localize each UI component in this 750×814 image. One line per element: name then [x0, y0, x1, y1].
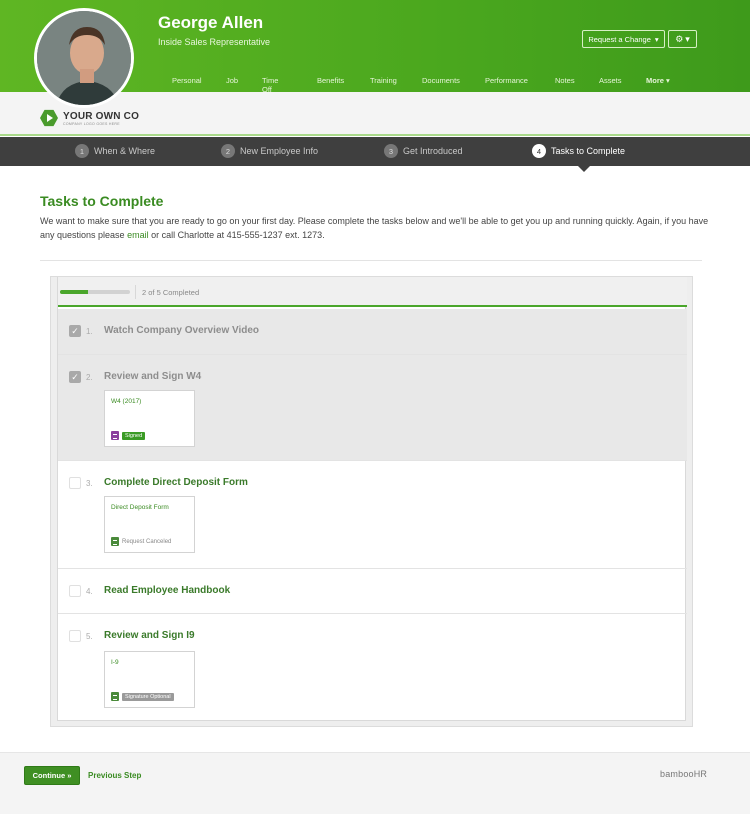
task-number: 1.	[86, 327, 93, 336]
task-checkbox[interactable]	[69, 585, 81, 597]
nav-more[interactable]: More ▾	[646, 76, 670, 85]
nav-documents[interactable]: Documents	[422, 76, 460, 85]
step-number: 4	[532, 144, 546, 158]
task-checkbox[interactable]	[69, 477, 81, 489]
nav-performance[interactable]: Performance	[485, 76, 528, 85]
task-title[interactable]: Complete Direct Deposit Form	[104, 477, 248, 488]
divider	[135, 285, 136, 299]
employee-name: George Allen	[158, 13, 264, 32]
divider	[40, 260, 702, 261]
task-item: ✓ 1. Watch Company Overview Video	[58, 309, 687, 355]
step-number: 1	[75, 144, 89, 158]
nav-job[interactable]: Job	[226, 76, 238, 85]
checkmark-icon: ✓	[71, 371, 79, 382]
tasks-panel: 2 of 5 Completed ✓ 1. Watch Company Over…	[50, 276, 693, 727]
onboarding-steps: 1 When & Where 2 New Employee Info 3 Get…	[0, 137, 750, 166]
step-when-where[interactable]: 1 When & Where	[75, 144, 155, 158]
request-change-label: Request a Change	[588, 34, 651, 44]
active-step-pointer	[578, 166, 590, 172]
page-description: We want to make sure that you are ready …	[40, 214, 710, 242]
avatar	[34, 8, 134, 108]
nav-benefits[interactable]: Benefits	[317, 76, 344, 85]
status-text: Request Canceled	[122, 538, 172, 545]
logo-mark-icon	[40, 109, 58, 127]
task-checkbox[interactable]: ✓	[69, 371, 81, 383]
task-number: 2.	[86, 373, 93, 382]
task-title[interactable]: Read Employee Handbook	[104, 585, 230, 596]
task-title[interactable]: Watch Company Overview Video	[104, 325, 259, 336]
page-title: Tasks to Complete	[40, 193, 164, 209]
step-tasks-to-complete[interactable]: 4 Tasks to Complete	[532, 144, 625, 158]
document-status: Request Canceled	[111, 537, 171, 546]
nav-more-label: More	[646, 76, 664, 85]
nav-assets[interactable]: Assets	[599, 76, 622, 85]
company-tagline: COMPANY LOGO GOES HERE	[63, 121, 120, 126]
task-number: 4.	[86, 587, 93, 596]
task-checkbox[interactable]: ✓	[69, 325, 81, 337]
document-status: Signature Optional	[111, 692, 174, 701]
document-icon	[111, 537, 119, 546]
caret-down-icon: ▾	[685, 33, 690, 44]
nav-training[interactable]: Training	[370, 76, 397, 85]
document-title: Direct Deposit Form	[111, 504, 169, 511]
step-number: 3	[384, 144, 398, 158]
document-icon	[111, 692, 119, 701]
task-checkbox[interactable]	[69, 630, 81, 642]
continue-button[interactable]: Continue »	[24, 766, 80, 785]
document-card[interactable]: I-9 Signature Optional	[104, 651, 195, 708]
step-new-employee-info[interactable]: 2 New Employee Info	[221, 144, 318, 158]
document-title: I-9	[111, 659, 119, 666]
request-change-button[interactable]: Request a Change ▾	[582, 30, 665, 48]
document-card[interactable]: Direct Deposit Form Request Canceled	[104, 496, 195, 553]
bamboohr-logo: bambooHR	[660, 769, 708, 779]
checkmark-icon: ✓	[71, 325, 79, 336]
caret-down-icon: ▾	[666, 76, 670, 85]
task-number: 5.	[86, 632, 93, 641]
task-title[interactable]: Review and Sign I9	[104, 630, 195, 641]
settings-menu-button[interactable]: ⚙ ▾	[668, 30, 697, 48]
document-title: W4 (2017)	[111, 398, 142, 405]
task-item: ✓ 2. Review and Sign W4 W4 (2017) Signed	[58, 355, 687, 461]
step-label: Tasks to Complete	[551, 146, 626, 156]
task-number: 3.	[86, 479, 93, 488]
document-card[interactable]: W4 (2017) Signed	[104, 390, 195, 447]
tasks-list: 2 of 5 Completed ✓ 1. Watch Company Over…	[57, 277, 687, 721]
step-number: 2	[221, 144, 235, 158]
description-contact: or call Charlotte at 415-555-1237 ext. 1…	[148, 230, 325, 240]
progress-bar	[60, 290, 130, 294]
step-label: New Employee Info	[240, 146, 319, 156]
caret-down-icon: ▾	[654, 34, 659, 44]
task-item: 5. Review and Sign I9 I-9 Signature Opti…	[58, 614, 687, 721]
gear-icon: ⚙	[675, 33, 684, 44]
company-name: YOUR OWN CO	[63, 110, 140, 122]
document-status: Signed	[111, 431, 146, 440]
status-badge: Signed	[122, 431, 146, 440]
footer	[0, 752, 750, 814]
status-badge: Signature Optional	[122, 692, 174, 701]
pdf-icon	[111, 431, 119, 440]
nav-notes[interactable]: Notes	[555, 76, 575, 85]
progress-row: 2 of 5 Completed	[58, 277, 687, 307]
employee-role: Inside Sales Representative	[158, 37, 271, 47]
nav-personal[interactable]: Personal	[172, 76, 202, 85]
email-link[interactable]: email	[127, 230, 149, 240]
task-item: 4. Read Employee Handbook	[58, 569, 687, 614]
task-title[interactable]: Review and Sign W4	[104, 371, 201, 382]
previous-step-link[interactable]: Previous Step	[88, 771, 141, 780]
step-label: When & Where	[94, 146, 156, 156]
company-logo: YOUR OWN CO COMPANY LOGO GOES HERE	[40, 109, 139, 127]
task-item: 3. Complete Direct Deposit Form Direct D…	[58, 461, 687, 569]
progress-text: 2 of 5 Completed	[142, 288, 200, 297]
step-label: Get Introduced	[403, 146, 463, 156]
step-get-introduced[interactable]: 3 Get Introduced	[384, 144, 463, 158]
progress-bar-fill	[60, 290, 88, 294]
